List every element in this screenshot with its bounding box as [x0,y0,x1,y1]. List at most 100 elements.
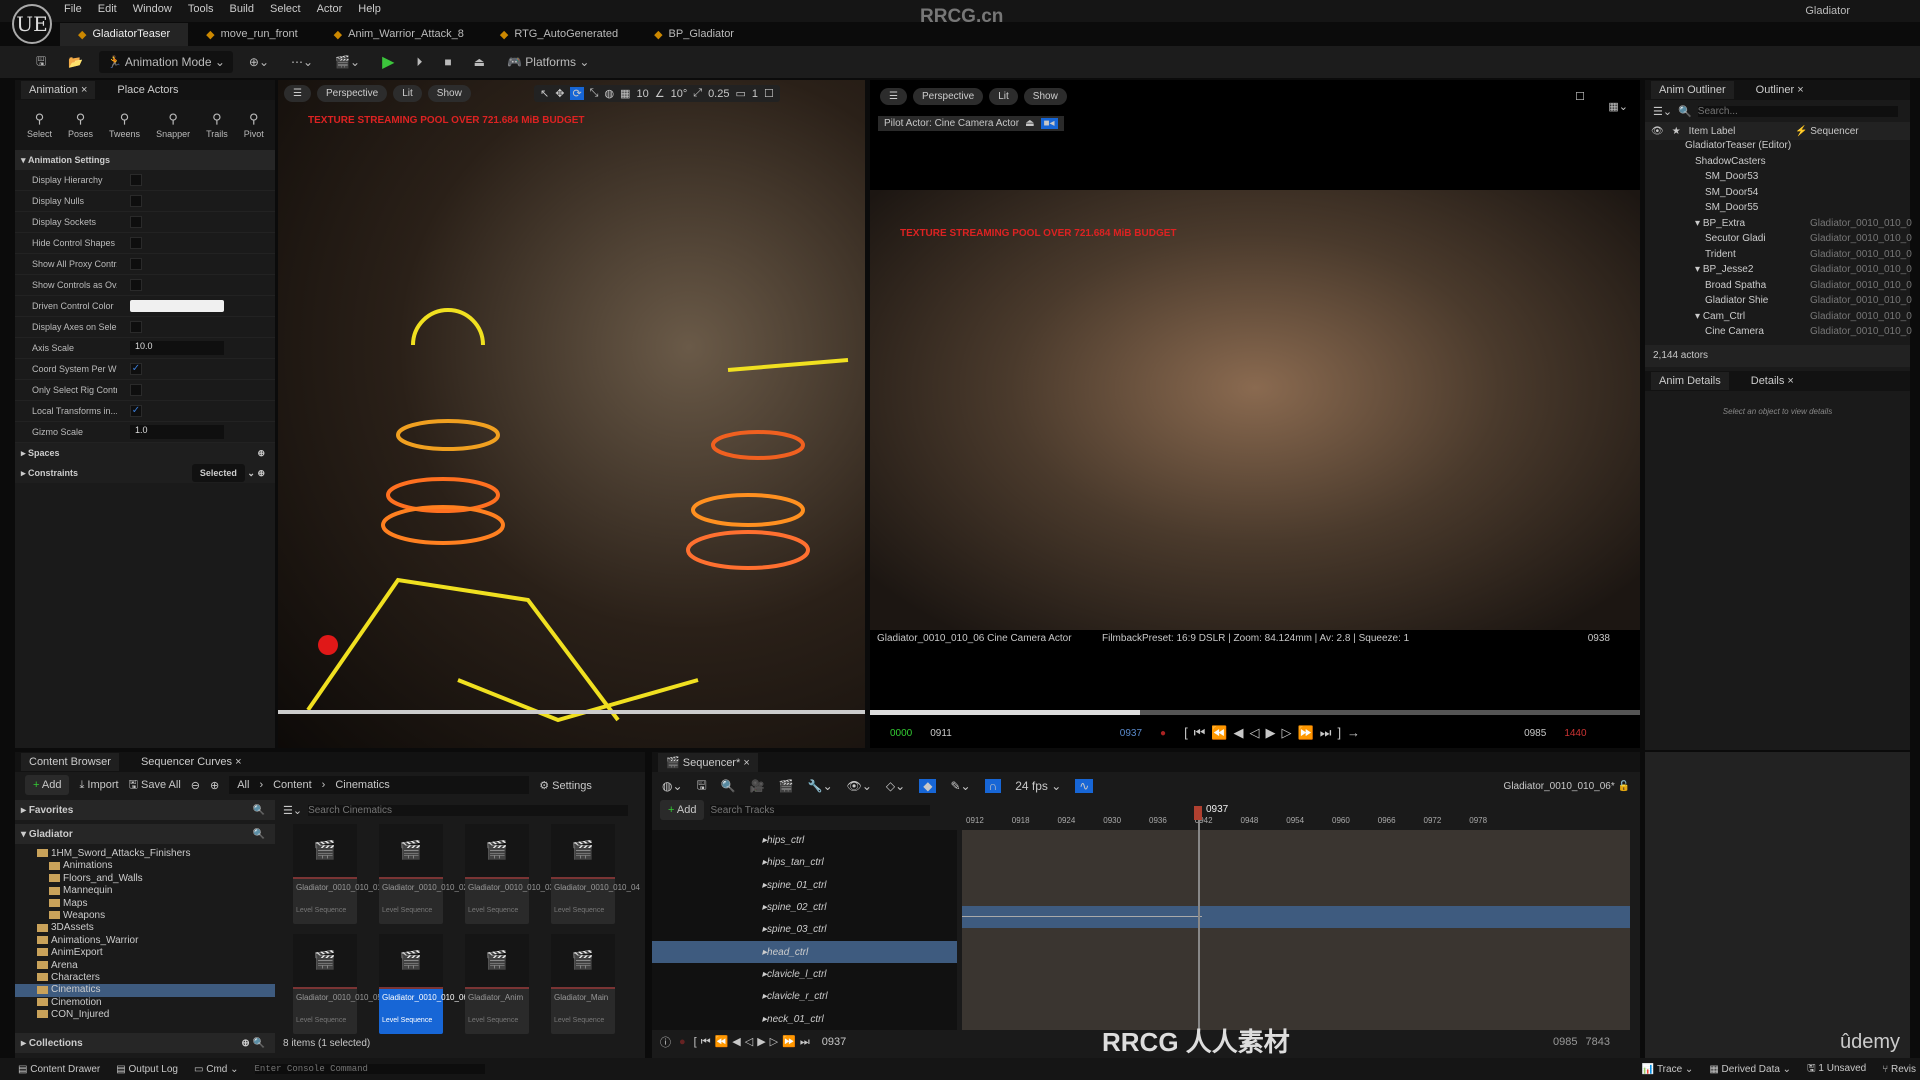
asset-tile[interactable]: 🎬 Gladiator_Main Level Sequence [551,934,615,1034]
track-row[interactable]: ▸ spine_03_ctrl [652,919,957,942]
eye-icon[interactable]: 👁 [1651,126,1664,137]
tab-content-browser[interactable]: Content Browser [21,753,119,771]
layout-grid-icon[interactable]: ▦⌄ [1608,100,1628,113]
clapper-icon[interactable]: 🎬 [779,779,794,793]
menu-build[interactable]: Build [230,3,254,15]
property-number-input[interactable]: 1.0 [130,425,224,439]
close-icon[interactable]: × [1784,375,1793,387]
tools-icon[interactable]: 🔧⌄ [808,779,833,793]
settings-button[interactable]: ⚙ Settings [539,779,592,792]
tab-animation[interactable]: Animation × [21,81,96,99]
close-icon[interactable]: × [1794,84,1803,96]
out-frame[interactable]: 0985 [1524,728,1546,739]
property-checkbox[interactable]: ✓ [130,405,142,417]
unsaved-button[interactable]: 🖫 1 Unsaved [1807,1061,1866,1078]
key-icon[interactable]: ◇⌄ [886,779,905,793]
doc-tab[interactable]: ◆ BP_Gladiator [636,23,752,46]
outliner-item[interactable]: Trident Gladiator_0010_010_0 [1645,249,1912,265]
outliner-item[interactable]: ▾ BP_Jesse2 Gladiator_0010_010_0 [1645,264,1912,280]
auto-key-icon[interactable]: ◆ [919,779,937,793]
menu-actor[interactable]: Actor [317,3,343,15]
close-icon[interactable]: × [232,756,241,768]
revision-control-button[interactable]: ⑂ Revis [1882,1064,1916,1075]
add-actor-icon[interactable]: ⊕⌄ [243,52,275,72]
blueprint-icon[interactable]: ⋯⌄ [285,52,319,72]
expand-arrow-icon[interactable]: ▾ [1695,218,1703,229]
asset-tile[interactable]: 🎬 Gladiator_0010_010_03 Level Sequence [465,824,554,924]
tab-anim-outliner[interactable]: Anim Outliner [1651,81,1734,99]
sequencer-column[interactable]: ⚡ Sequencer [1795,126,1859,137]
platforms-dropdown[interactable]: 🎮 Platforms ⌄ [501,52,595,72]
pencil-icon[interactable]: ✎⌄ [950,779,970,793]
path-breadcrumb[interactable]: All › Content › Cinematics [229,776,530,794]
asset-tile[interactable]: 🎬 Gladiator_0010_010_02 Level Sequence [379,824,468,924]
add-constraint-icon[interactable]: ⊕ [257,468,265,478]
doc-tab[interactable]: ◆ RTG_AutoGenerated [482,23,636,46]
track-row[interactable]: ▸ clavicle_r_ctrl [652,986,957,1009]
timeline-area[interactable]: 0912 0918 0924 0930 0936 0942 0948 0954 0960 0966… [962,804,1630,1030]
save-icon[interactable]: 🖫 [697,776,707,797]
save-icon[interactable]: 🖫 [30,49,52,76]
cinematic-viewport[interactable]: ☰ Perspective Lit Show Pilot Actor: Cine… [870,80,1640,748]
folder-item[interactable]: Floors_and_Walls [15,873,275,885]
property-checkbox[interactable]: ✓ [130,363,142,375]
add-track-button[interactable]: + Add [660,800,705,820]
eject-pilot-icon[interactable]: ⏏ [1025,118,1034,129]
asset-tile[interactable]: 🎬 Gladiator_0010_010_05 Level Sequence [293,934,382,1034]
outliner-item[interactable]: Gladiator Shie Gladiator_0010_010_0 [1645,295,1912,311]
end-frame[interactable]: 1440 [1564,728,1586,739]
forward-icon[interactable]: ⊕ [210,779,219,792]
viewport-menu-icon[interactable]: ☰ [880,88,907,105]
mode-dropdown[interactable]: 🏃 Animation Mode ⌄ [99,51,233,73]
tool-poses[interactable]: ⚲ Poses [68,111,93,139]
outliner-item[interactable]: Cine Camera Gladiator_0010_010_0 [1645,326,1912,342]
close-icon[interactable]: × [78,84,87,96]
tool-snapper[interactable]: ⚲ Snapper [156,111,190,139]
outliner-item[interactable]: ShadowCasters [1645,156,1910,172]
world-icon[interactable]: ◍⌄ [662,779,683,793]
snap-icon[interactable]: ∩ [984,779,1002,793]
filter-icon[interactable]: ☰⌄ [283,804,302,817]
curve-editor-icon[interactable]: ∿ [1075,779,1094,793]
tool-trails[interactable]: ⚲ Trails [206,111,228,139]
asset-search-input[interactable] [308,804,629,816]
import-button[interactable]: ⤓ Import [79,779,118,792]
collections-section[interactable]: ▸ Collections ⊕ 🔍 [15,1033,275,1053]
outliner-search-input[interactable] [1697,105,1898,117]
playback-scrubber[interactable] [870,710,1640,715]
info-icon[interactable]: ⓘ [660,1034,671,1050]
menu-tools[interactable]: Tools [188,3,214,15]
color-swatch[interactable] [130,300,224,312]
asset-tile[interactable]: 🎬 Gladiator_Anim Level Sequence [465,934,529,1034]
folder-item[interactable]: Characters [15,972,275,984]
playhead-line[interactable] [1198,812,1200,1030]
doc-tab[interactable]: ◆ GladiatorTeaser [60,22,189,46]
render-icon[interactable]: 🎥 [750,779,765,793]
item-label-column[interactable]: Item Label [1689,126,1736,137]
unreal-logo[interactable]: UE [12,4,52,44]
step-button[interactable]: ⏵ [410,52,428,73]
tool-tweens[interactable]: ⚲ Tweens [109,111,140,139]
constraints-filter-dropdown[interactable]: Selected [191,463,245,482]
maximize-icon[interactable]: ☐ [1575,90,1585,103]
view-icon[interactable]: 👁⌄ [847,779,872,793]
constraints-section[interactable]: ▸ Constraints Selected ⌄ ⊕ [15,463,275,483]
track-row[interactable]: ▸ hips_ctrl [652,830,957,853]
cinematics-icon[interactable]: 🎬⌄ [329,52,366,72]
breadcrumb-item[interactable]: Content [273,779,312,791]
camera-icon[interactable]: ■◂ [1040,118,1058,129]
lock-icon[interactable]: 🔓 [1618,781,1630,792]
record-button[interactable]: ● [1160,728,1166,739]
folder-item[interactable]: Mannequin [15,885,275,897]
outliner-item[interactable]: Broad Spatha Gladiator_0010_010_0 [1645,280,1912,296]
play-button[interactable]: ▶ [376,49,400,75]
asset-tile[interactable]: 🎬 Gladiator_0010_010_01 Level Sequence [293,824,382,924]
output-log-button[interactable]: ▤ Output Log [116,1064,178,1075]
track-search-input[interactable] [710,804,931,816]
property-checkbox[interactable] [130,279,142,291]
transport-icons[interactable]: [⏮⏪◀◁▶▷⏩⏭ [694,1035,814,1049]
track-row[interactable]: ▸ neck_01_ctrl [652,1008,957,1030]
current-frame[interactable]: 0937 [822,1036,846,1048]
outliner-item[interactable]: ▾ Cam_Ctrl Gladiator_0010_010_0 [1645,311,1912,327]
folder-item[interactable]: Animations [15,860,275,872]
